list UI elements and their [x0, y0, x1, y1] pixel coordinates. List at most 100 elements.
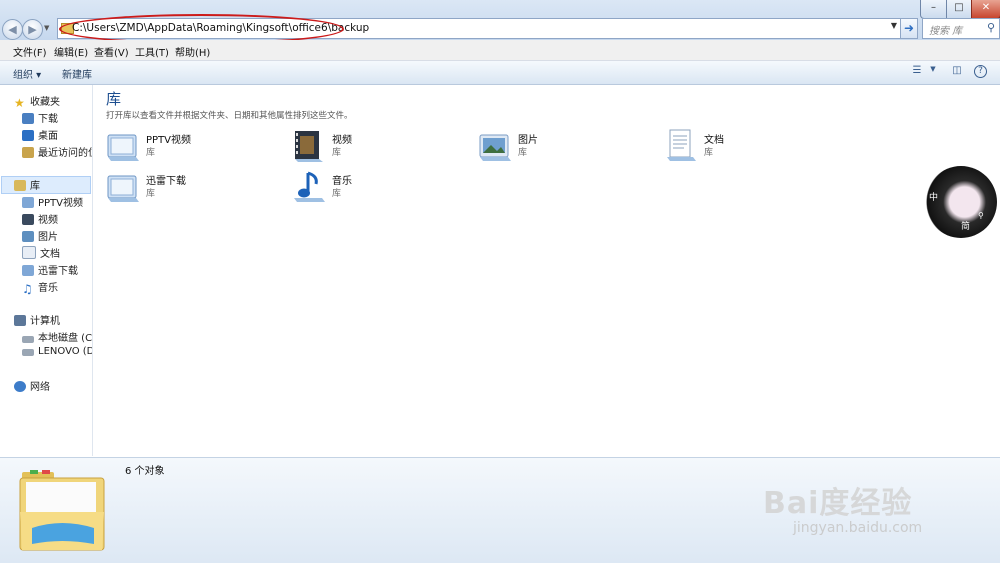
film-icon	[22, 214, 34, 225]
network-icon	[14, 381, 26, 392]
picture-library-icon	[479, 134, 511, 161]
nav-favorites-label: 收藏夹	[30, 97, 60, 108]
nav-item-recent[interactable]: 最近访问的位	[22, 144, 92, 160]
go-button[interactable]: ➜	[900, 18, 918, 39]
watermark-url: jingyan.baidu.com	[793, 520, 923, 536]
nav-item-music[interactable]: ♫ 音乐	[22, 279, 58, 295]
close-button[interactable]: ✕	[971, 0, 1000, 19]
film-library-icon	[295, 131, 323, 162]
recent-pages-icon[interactable]: ▼	[44, 24, 49, 32]
library-name: 文档	[704, 135, 724, 146]
computer-icon	[14, 315, 26, 326]
nav-network[interactable]: 网络	[14, 378, 50, 394]
menu-view[interactable]: 查看(V)	[94, 44, 129, 59]
nav-item-label: 音乐	[38, 283, 58, 294]
ime-status-badge[interactable]: 中 简 ⚲	[925, 166, 997, 238]
library-item-documents[interactable]: 文档 库	[664, 129, 844, 165]
nav-item-drive-d[interactable]: LENOVO (D:)	[22, 346, 92, 362]
library-name: 音乐	[332, 176, 352, 187]
nav-item-label: 本地磁盘 (C:)	[38, 333, 92, 344]
library-name: 视频	[332, 135, 352, 146]
nav-network-label: 网络	[30, 382, 50, 393]
content-pane: 库 打开库以查看文件并根据文件夹、日期和其他属性排列这些文件。 PPTV视频 库…	[93, 85, 1000, 456]
library-folder-icon	[19, 470, 105, 551]
chevron-down-icon[interactable]: ▼	[926, 65, 940, 78]
nav-item-label: LENOVO (D:)	[38, 346, 92, 357]
star-icon: ★	[14, 96, 25, 109]
view-options-icon[interactable]: ☰	[910, 65, 924, 78]
drive-icon	[22, 336, 34, 343]
picture-icon	[22, 231, 34, 242]
drive-icon	[22, 349, 34, 356]
library-icon	[14, 180, 26, 191]
music-note-icon: ♫	[22, 282, 33, 295]
nav-item-thunder[interactable]: 迅雷下载	[22, 262, 78, 278]
back-button[interactable]: ◀	[2, 19, 23, 40]
search-box[interactable]: 搜索 库 ⚲	[922, 18, 1000, 39]
library-video-icon	[107, 175, 139, 202]
page-subtitle: 打开库以查看文件并根据文件夹、日期和其他属性排列这些文件。	[106, 111, 353, 121]
organize-button[interactable]: 组织 ▾	[13, 66, 41, 81]
search-placeholder: 搜索 库	[929, 26, 963, 37]
recent-places-icon	[22, 147, 34, 158]
video-library-icon	[22, 197, 34, 208]
library-item-thunder[interactable]: 迅雷下载 库	[106, 170, 286, 206]
library-type: 库	[518, 148, 528, 158]
ime-search-icon: ⚲	[978, 211, 984, 220]
nav-item-label: 迅雷下载	[38, 266, 78, 277]
downloads-folder-icon	[22, 113, 34, 124]
nav-item-documents[interactable]: 文档	[22, 245, 60, 261]
nav-item-videos[interactable]: 视频	[22, 211, 58, 227]
nav-libraries[interactable]: 库	[1, 176, 91, 194]
command-bar: 组织 ▾ 新建库 ☰ ▼ ◫ ?	[0, 61, 1000, 85]
library-name: PPTV视频	[146, 135, 192, 146]
library-item-videos[interactable]: 视频 库	[292, 129, 472, 165]
minimize-button[interactable]: –	[920, 0, 947, 19]
library-type: 库	[332, 189, 342, 199]
title-bar: – □ ✕ ◀ ▶ ▼ C:\Users\ZMD\AppData\Roaming…	[0, 0, 1000, 44]
maximize-button[interactable]: □	[946, 0, 972, 19]
menu-edit[interactable]: 编辑(E)	[54, 44, 88, 59]
ime-sub-label: 简	[961, 222, 971, 232]
nav-item-desktop[interactable]: 桌面	[22, 127, 58, 143]
menu-tools[interactable]: 工具(T)	[135, 44, 169, 59]
desktop-icon	[22, 130, 34, 141]
library-item-pptv[interactable]: PPTV视频 库	[106, 129, 286, 165]
chevron-down-icon[interactable]: ▼	[891, 21, 897, 30]
library-video-icon	[107, 134, 139, 161]
nav-computer-label: 计算机	[30, 316, 60, 327]
nav-item-pictures[interactable]: 图片	[22, 228, 58, 244]
forward-button[interactable]: ▶	[22, 19, 43, 40]
help-icon[interactable]: ?	[974, 65, 987, 78]
search-icon[interactable]: ⚲	[987, 21, 995, 34]
library-name: 图片	[518, 135, 538, 146]
music-library-icon	[294, 171, 325, 202]
nav-item-label: 下载	[38, 114, 58, 125]
nav-item-label: 文档	[40, 249, 60, 260]
nav-item-label: 图片	[38, 232, 58, 243]
library-item-pictures[interactable]: 图片 库	[478, 129, 658, 165]
library-type: 库	[146, 148, 156, 158]
nav-libraries-label: 库	[30, 181, 40, 192]
library-type: 库	[332, 148, 342, 158]
page-title: 库	[106, 90, 122, 108]
new-library-button[interactable]: 新建库	[62, 66, 92, 81]
menu-help[interactable]: 帮助(H)	[175, 44, 210, 59]
navigation-pane: ★ 收藏夹 下载 桌面 最近访问的位 库 PPTV视频 视频 图片 文档 迅雷下载…	[0, 85, 93, 456]
menu-file[interactable]: 文件(F)	[13, 44, 47, 59]
nav-favorites[interactable]: ★ 收藏夹	[14, 93, 60, 109]
preview-pane-icon[interactable]: ◫	[950, 65, 964, 78]
baidu-watermark: Bai度经验 jingyan.baidu.com	[763, 454, 993, 554]
nav-item-pptv[interactable]: PPTV视频	[22, 194, 83, 210]
library-item-music[interactable]: 音乐 库	[292, 170, 472, 206]
menu-bar: 文件(F) 编辑(E) 查看(V) 工具(T) 帮助(H)	[0, 40, 1000, 61]
video-library-icon	[22, 265, 34, 276]
document-icon	[22, 246, 36, 259]
nav-item-downloads[interactable]: 下载	[22, 110, 58, 126]
item-count: 6 个对象	[125, 466, 165, 477]
nav-item-label: PPTV视频	[38, 198, 84, 209]
nav-item-label: 桌面	[38, 131, 58, 142]
nav-computer[interactable]: 计算机	[14, 312, 60, 328]
nav-item-label: 最近访问的位	[38, 148, 92, 159]
nav-item-drive-c[interactable]: 本地磁盘 (C:)	[22, 329, 92, 345]
